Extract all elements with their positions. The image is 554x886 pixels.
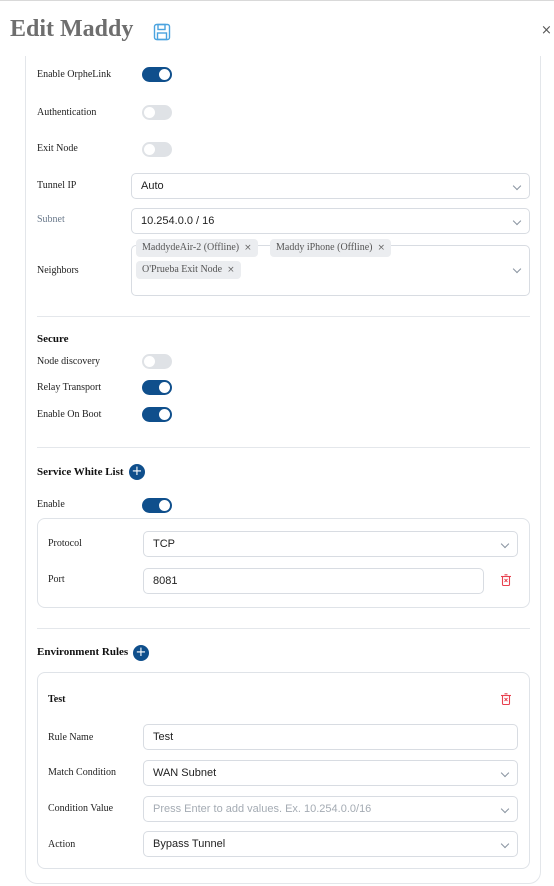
add-environment-rule-button[interactable]: + <box>133 645 149 661</box>
toggle-knob <box>159 69 170 80</box>
relay-transport-label: Relay Transport <box>37 382 102 393</box>
neighbor-tag: MaddydeAir-2 (Offline) × <box>136 239 258 257</box>
tunnel-ip-label: Tunnel IP <box>37 180 77 191</box>
neighbor-tag: O'Prueba Exit Node × <box>136 261 241 279</box>
subnet-label: Subnet <box>37 214 65 225</box>
match-condition-select[interactable]: WAN Subnet <box>143 760 518 786</box>
secure-section-title: Secure <box>37 333 69 345</box>
environment-rules-title: Environment Rules <box>37 646 129 658</box>
toggle-knob <box>144 356 155 367</box>
whitelist-enable-toggle[interactable] <box>142 498 172 513</box>
rule-title: Test <box>48 694 66 705</box>
port-value: 8081 <box>153 575 178 587</box>
authentication-label: Authentication <box>37 107 97 118</box>
neighbor-tag-label: O'Prueba Exit Node <box>142 264 223 275</box>
whitelist-enable-label: Enable <box>37 499 65 510</box>
enable-orphelink-label: Enable OrpheLink <box>37 69 112 80</box>
enable-orphelink-toggle[interactable] <box>142 67 172 82</box>
node-discovery-toggle[interactable] <box>142 354 172 369</box>
match-condition-value: WAN Subnet <box>153 767 217 779</box>
subnet-select[interactable]: 10.254.0.0 / 16 <box>131 208 530 234</box>
chevron-down-icon <box>500 768 510 778</box>
rule-name-label: Rule Name <box>48 732 94 743</box>
section-divider <box>37 447 530 448</box>
chevron-down-icon <box>500 539 510 549</box>
chevron-down-icon <box>512 181 522 191</box>
chevron-down-icon <box>512 264 522 274</box>
tunnel-ip-value: Auto <box>141 180 164 192</box>
toggle-knob <box>159 500 170 511</box>
neighbors-multiselect[interactable]: MaddydeAir-2 (Offline) × Maddy iPhone (Of… <box>131 239 530 296</box>
subnet-value: 10.254.0.0 / 16 <box>141 215 215 227</box>
enable-on-boot-toggle[interactable] <box>142 407 172 422</box>
relay-transport-toggle[interactable] <box>142 380 172 395</box>
remove-tag-icon[interactable]: × <box>377 243 385 253</box>
enable-on-boot-label: Enable On Boot <box>37 409 102 420</box>
trash-icon[interactable] <box>500 693 512 705</box>
action-value: Bypass Tunnel <box>153 838 226 850</box>
toggle-knob <box>159 382 170 393</box>
protocol-select[interactable]: TCP <box>143 531 518 557</box>
action-select[interactable]: Bypass Tunnel <box>143 831 518 857</box>
section-divider <box>37 628 530 629</box>
chevron-down-icon <box>512 216 522 226</box>
neighbors-label: Neighbors <box>37 265 79 276</box>
remove-tag-icon[interactable]: × <box>227 265 235 275</box>
tunnel-ip-select[interactable]: Auto <box>131 173 530 199</box>
neighbor-tag-label: MaddydeAir-2 (Offline) <box>142 242 240 253</box>
port-label: Port <box>48 574 65 585</box>
page-title: Edit Maddy <box>10 16 134 42</box>
trash-icon[interactable] <box>500 574 512 586</box>
toggle-knob <box>159 409 170 420</box>
node-discovery-label: Node discovery <box>37 356 101 367</box>
exit-node-toggle[interactable] <box>142 142 172 157</box>
toggle-knob <box>144 144 155 155</box>
close-icon[interactable]: × <box>541 24 552 38</box>
port-input[interactable]: 8081 <box>143 568 484 594</box>
authentication-toggle[interactable] <box>142 105 172 120</box>
window-top-border <box>0 0 554 1</box>
section-divider <box>37 316 530 317</box>
chevron-down-icon <box>500 839 510 849</box>
neighbor-tag: Maddy iPhone (Offline) × <box>270 239 392 257</box>
exit-node-label: Exit Node <box>37 143 78 154</box>
match-condition-label: Match Condition <box>48 767 117 778</box>
protocol-value: TCP <box>153 538 175 550</box>
protocol-label: Protocol <box>48 538 82 549</box>
neighbor-tag-label: Maddy iPhone (Offline) <box>276 242 373 253</box>
remove-tag-icon[interactable]: × <box>244 243 252 253</box>
condition-value-input[interactable]: Press Enter to add values. Ex. 10.254.0.… <box>143 796 518 822</box>
chevron-down-icon <box>500 804 510 814</box>
save-icon[interactable] <box>153 23 171 41</box>
add-whitelist-button[interactable]: + <box>129 464 145 480</box>
service-whitelist-title: Service White List <box>37 466 124 478</box>
condition-value-label: Condition Value <box>48 803 114 814</box>
toggle-knob <box>144 107 155 118</box>
rule-name-input[interactable]: Test <box>143 724 518 750</box>
rule-name-value: Test <box>153 731 174 743</box>
condition-value-placeholder: Press Enter to add values. Ex. 10.254.0.… <box>153 803 372 815</box>
action-label: Action <box>48 839 76 850</box>
